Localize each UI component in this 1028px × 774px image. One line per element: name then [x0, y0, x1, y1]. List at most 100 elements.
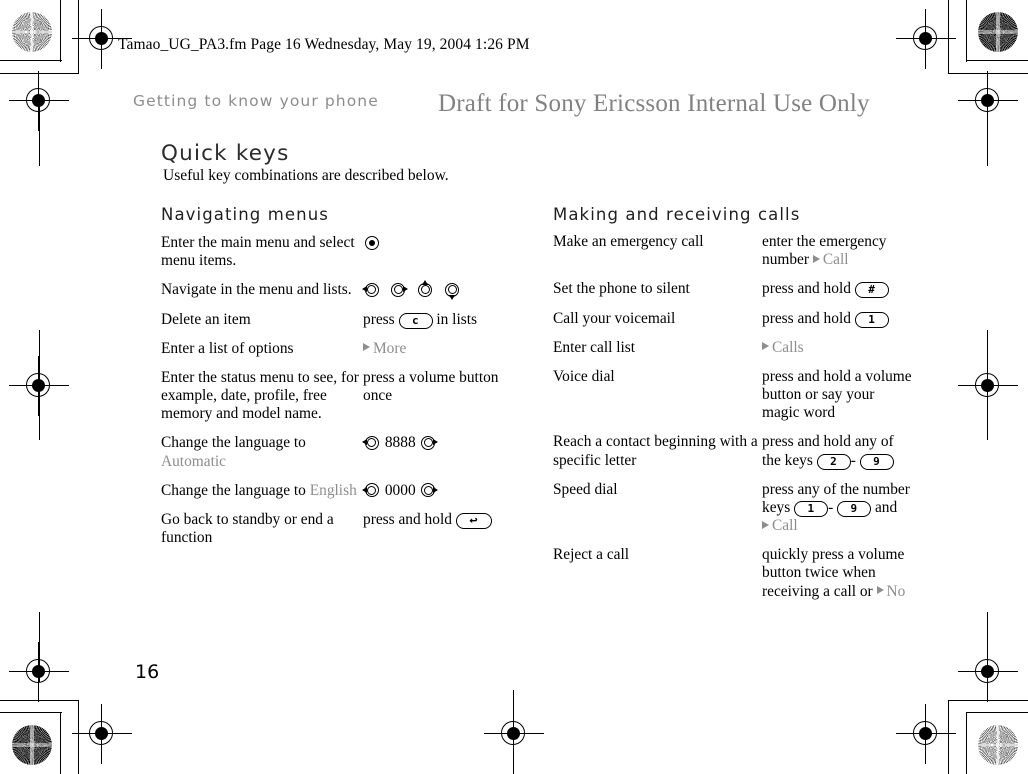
back-arrow-icon: ↩	[469, 512, 479, 527]
triangle-right-icon	[363, 343, 370, 352]
how-cell: quickly press a volume button twice when…	[762, 546, 913, 612]
key-code: 8888	[384, 434, 416, 452]
table-row: Make an emergency call enter the emergen…	[553, 233, 913, 280]
how-cell	[361, 279, 513, 310]
select-joystick-icon	[363, 234, 380, 251]
table-row: Voice dial press and hold a volume butto…	[553, 368, 913, 434]
key-code: 0000	[384, 481, 416, 499]
fold-rule-right-lower	[987, 612, 989, 682]
navigate-down-icon	[444, 281, 461, 300]
table-row: Enter call list Calls	[553, 339, 913, 368]
crop-rule-tr-h	[966, 60, 1028, 62]
navigate-right-icon	[420, 482, 438, 499]
running-head: Getting to know your phone	[133, 92, 379, 110]
how-prefix: press and hold	[762, 280, 851, 298]
table-row: Speed dial press any of the number keys …	[553, 481, 913, 547]
crop-rule-br-h	[966, 712, 1028, 714]
fold-rule-bottom-center	[513, 690, 515, 774]
how-cell: Calls	[762, 339, 913, 368]
draft-banner: Draft for Sony Ericsson Internal Use Onl…	[438, 90, 870, 117]
how-cell: press and hold ↩	[363, 511, 513, 558]
crop-rule-br-v	[966, 712, 968, 774]
action-cell: Reach a contact beginning with a specifi…	[553, 433, 758, 469]
section-heading-making-receiving-calls: Making and receiving calls	[553, 205, 801, 224]
table-row: Call your voicemail press and hold 1	[553, 310, 913, 339]
table-row: Enter a list of options More	[161, 340, 513, 369]
page-title: Quick keys	[161, 141, 290, 166]
phone-key-9: 9	[859, 453, 894, 470]
action-cell: Voice dial	[553, 367, 615, 385]
table-row: Navigate in the menu and lists.	[161, 279, 513, 310]
crop-rule-br2-v	[948, 700, 950, 774]
action-cell: Speed dial	[553, 480, 618, 498]
fold-rule-left-upper	[38, 96, 40, 166]
triangle-right-icon	[762, 520, 769, 529]
crop-rule-tl2-h	[0, 73, 79, 75]
how-cell: press and hold any of the keys 2- 9	[762, 433, 913, 480]
fold-rule-left-center	[38, 330, 40, 440]
how-cell: press and hold #	[762, 280, 913, 309]
soft-key-reference: Call	[812, 251, 849, 268]
halftone-target-bottom-right	[978, 725, 1018, 765]
how-suffix: in lists	[436, 310, 477, 328]
column-making-receiving-calls: Making and receiving calls Make an emerg…	[553, 205, 913, 612]
soft-key-reference: Calls	[762, 339, 804, 356]
action-cell: Enter a list of options	[161, 339, 294, 357]
how-cell: press a volume button once	[363, 368, 499, 405]
action-cell: Enter the main menu and select menu item…	[161, 234, 355, 270]
action-cell: Delete an item	[161, 310, 251, 328]
crop-rule-tl-h	[0, 60, 62, 62]
triangle-right-icon	[876, 586, 884, 595]
how-cell: 0000	[361, 481, 513, 511]
navigate-right-icon	[420, 434, 438, 451]
how-prefix: press and hold	[762, 309, 851, 327]
action-cell: Make an emergency call	[553, 233, 704, 250]
how-cell: press c in lists	[363, 311, 513, 340]
registration-mark-bottom-left	[72, 704, 132, 764]
action-cell: Reject a call	[553, 546, 630, 564]
action-cell: Set the phone to silent	[553, 280, 690, 298]
quick-keys-table-right: Make an emergency call enter the emergen…	[553, 233, 913, 612]
action-cell: Go back to standby or end a function	[161, 510, 334, 547]
phone-key-hash: #	[854, 282, 889, 299]
action-text: Change the language to	[161, 481, 310, 499]
frame-print-info: Tamao_UG_PA3.fm Page 16 Wednesday, May 1…	[118, 36, 530, 53]
how-cell: More	[363, 340, 513, 369]
soft-key-reference: Call	[762, 517, 798, 534]
table-row: Go back to standby or end a function pre…	[161, 511, 513, 558]
fold-rule-left-lower	[38, 612, 40, 682]
action-cell: Enter call list	[553, 338, 636, 356]
phone-key-c: c	[398, 312, 433, 329]
navigate-left-icon	[361, 281, 380, 298]
how-cell: press and hold a volume button or say yo…	[762, 367, 912, 422]
how-cell: enter the emergency number Call	[762, 233, 913, 280]
chapter-intro-text: Useful key combinations are described be…	[163, 167, 449, 184]
how-cell: press and hold 1	[762, 310, 913, 339]
range-separator: -	[850, 451, 856, 469]
crop-rule-tr2-v	[948, 0, 950, 74]
action-text: Change the language to	[161, 434, 306, 452]
action-cell: Navigate in the menu and lists.	[161, 281, 352, 299]
action-cell: Enter the status menu to see, for exampl…	[161, 368, 359, 423]
conjunction: and	[874, 498, 898, 516]
crop-rule-bl-h	[0, 712, 62, 714]
soft-key-label: Call	[772, 517, 798, 535]
action-cell: Change the language to English	[161, 482, 363, 511]
fold-rule-right-center	[987, 330, 989, 440]
phone-key-2: 2	[816, 453, 851, 470]
table-row: Delete an item press c in lists	[161, 311, 513, 340]
navigate-left-icon	[361, 482, 380, 499]
soft-key-label: More	[373, 339, 407, 357]
navigate-up-icon	[417, 279, 434, 298]
table-row: Reject a call quickly press a volume but…	[553, 546, 913, 612]
navigate-left-icon	[361, 434, 380, 451]
soft-key-label: No	[886, 582, 906, 600]
action-setting-value: Automatic	[161, 452, 226, 470]
triangle-right-icon	[812, 254, 820, 263]
phone-key-1: 1	[794, 500, 829, 517]
table-row: Reach a contact beginning with a specifi…	[553, 433, 913, 480]
action-cell: Change the language to Automatic	[161, 434, 363, 481]
page-number: 16	[135, 661, 160, 683]
table-row: Change the language to English 0000	[161, 482, 513, 511]
navigate-right-icon	[390, 281, 409, 298]
